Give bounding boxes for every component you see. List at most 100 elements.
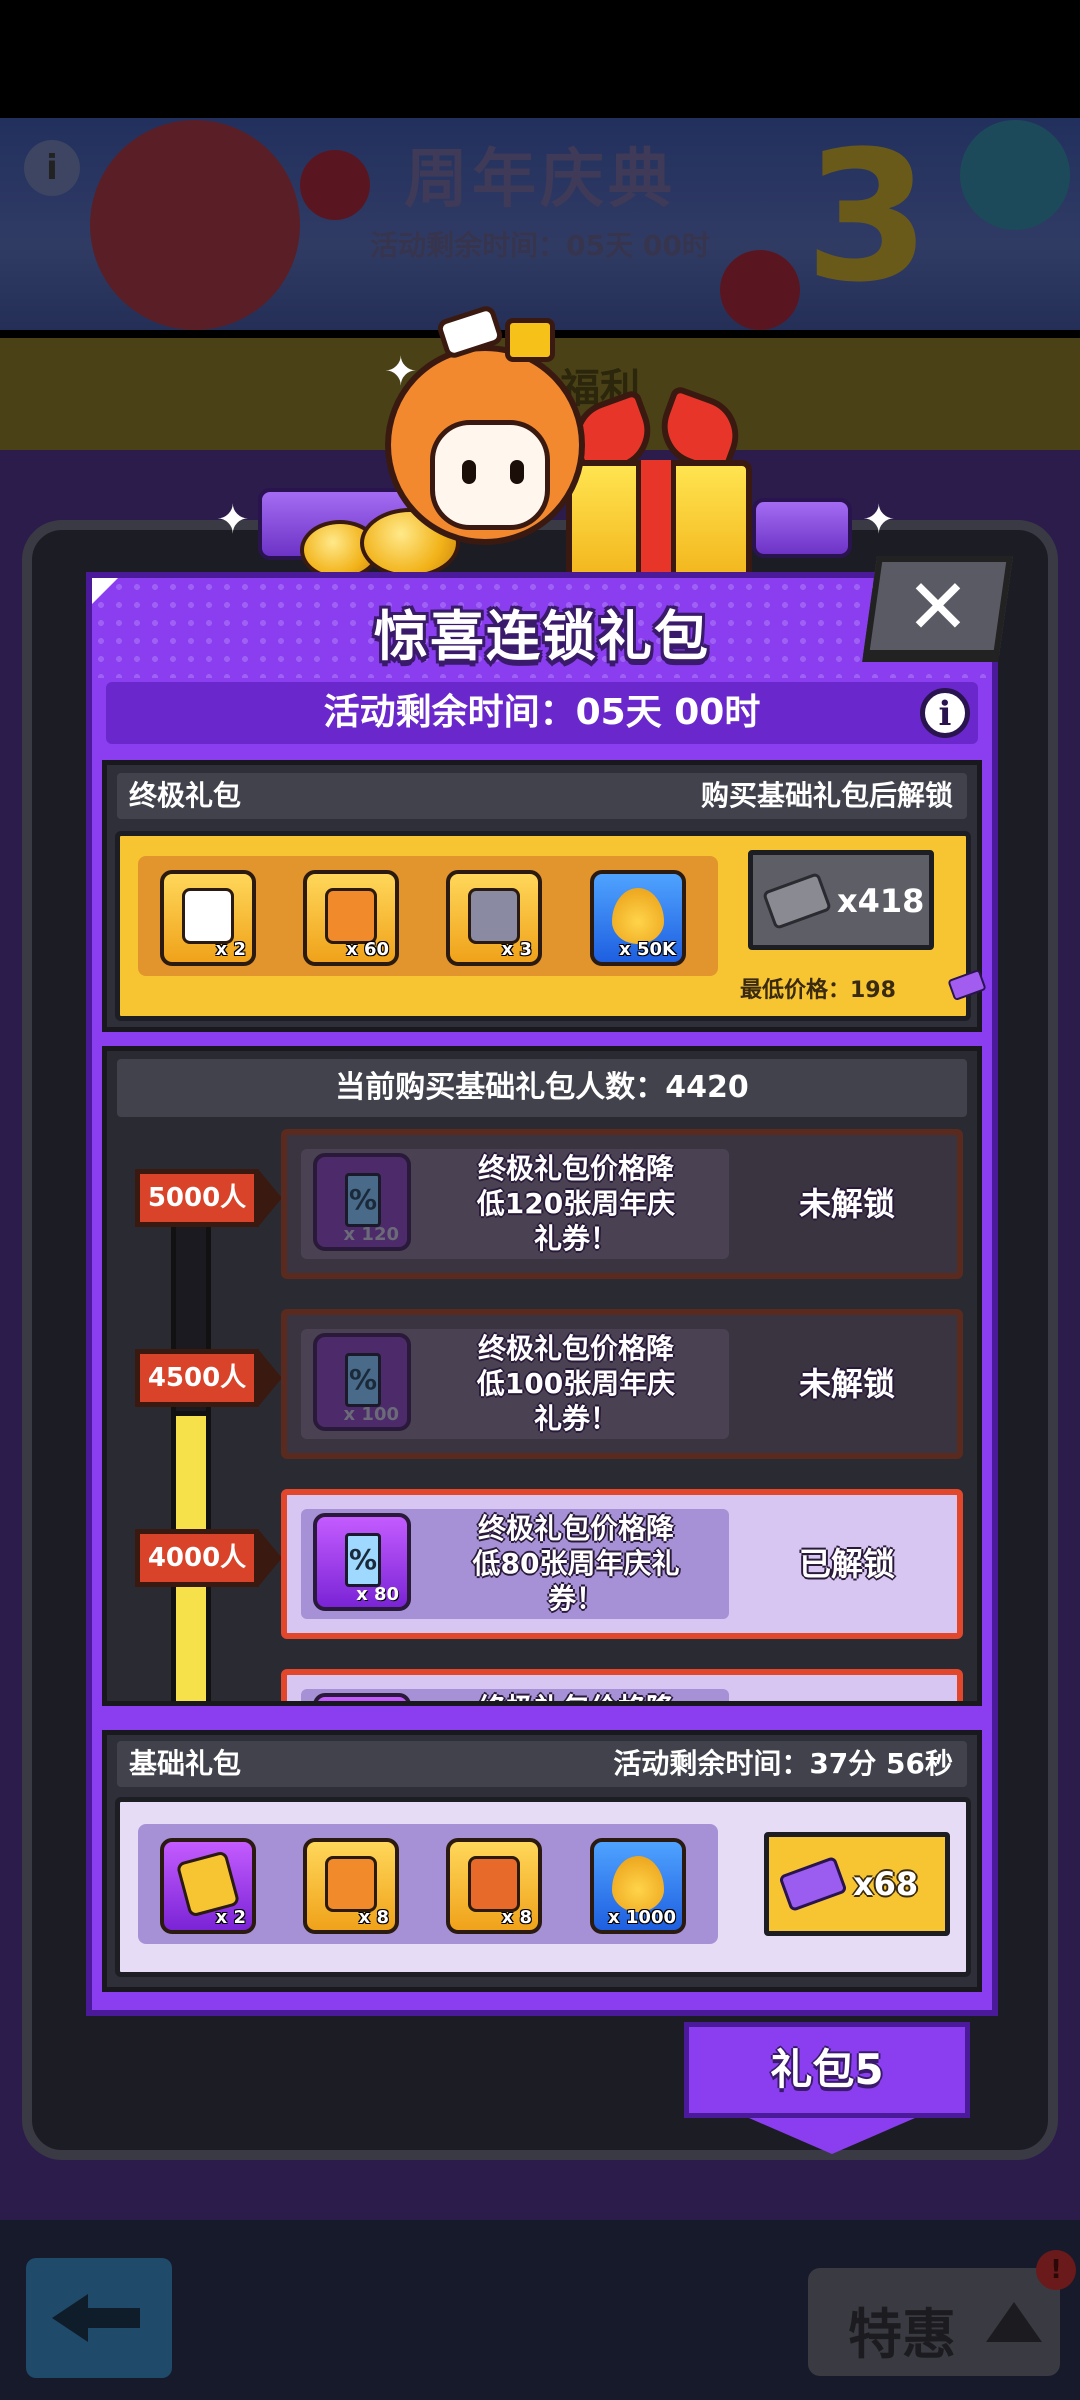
discount-coupon-icon: % x 80: [313, 1513, 411, 1611]
character-eye: [510, 460, 524, 484]
basic-pack-section: 基础礼包 活动剩余时间：37分 56秒 x 2 x 8 x 8 x 1000 x…: [102, 1730, 982, 1992]
close-icon: ✕: [906, 562, 970, 651]
back-arrow-button[interactable]: [26, 2258, 172, 2378]
notification-badge: !: [1036, 2250, 1076, 2290]
ultimate-pack-buy-button[interactable]: x418: [748, 850, 934, 950]
coupon-quantity: x 100: [343, 1404, 399, 1425]
milestone-card[interactable]: % x 120 终极礼包价格降 低120张周年庆 礼券！ 未解锁: [281, 1129, 963, 1279]
sparkle-icon: ✦: [384, 349, 418, 395]
milestone-threshold: 4500人: [147, 1363, 247, 1393]
basic-pack-body: x 2 x 8 x 8 x 1000 x68: [115, 1797, 971, 1977]
milestone-description: 终极礼包价格降 低80张周年庆礼 券！: [472, 1512, 680, 1615]
milestone-status: 已解锁: [798, 1545, 895, 1583]
golden-drop-icon[interactable]: x 50K: [590, 870, 686, 966]
item-quantity: x 3: [501, 939, 532, 960]
item-quantity: x 2: [215, 1907, 246, 1928]
discount-coupon-icon: [313, 1693, 411, 1701]
milestone-description: 终极礼包价格降 低120张周年庆 礼券！: [476, 1152, 676, 1255]
item-art: [468, 1856, 520, 1912]
basic-pack-label: 基础礼包: [129, 1747, 242, 1780]
ultimate-pack-header: 终极礼包 购买基础礼包后解锁: [117, 773, 967, 819]
item-quantity: x 1000: [608, 1907, 676, 1928]
basic-pack-buy-button[interactable]: x68: [764, 1832, 950, 1936]
panel-timer-bar: 活动剩余时间：05天 00时 i: [106, 682, 978, 744]
ultimate-pack-items: x 2 x 60 x 3 x 50K: [138, 856, 718, 976]
milestone-threshold-flag: 4500人: [135, 1349, 282, 1407]
milestone-card[interactable]: % x 80 终极礼包价格降 低80张周年庆礼 券！ 已解锁: [281, 1489, 963, 1639]
character-hat: [505, 318, 555, 362]
ticket-icon: [947, 968, 987, 1002]
item-quantity: x 8: [501, 1907, 532, 1928]
percent-icon: %: [345, 1353, 381, 1407]
ticket-icon: [778, 1855, 848, 1913]
hero-box-icon[interactable]: x 8: [446, 1838, 542, 1934]
milestone-card[interactable]: 终极礼包价格降: [281, 1669, 963, 1701]
ultimate-pack-min-price: 最低价格：198: [740, 978, 896, 1003]
milestone-section: 当前购买基础礼包人数：4420 5000人 % x 120 终极礼包价格降 低1…: [102, 1046, 982, 1706]
milestone-status: 未解锁: [798, 1365, 895, 1403]
panel-title: 惊喜连锁礼包: [374, 605, 710, 668]
anniversary-number: 3: [804, 113, 930, 322]
panel-timer: 活动剩余时间：05天 00时: [323, 692, 761, 733]
item-quantity: x 60: [346, 939, 389, 960]
item-art: [612, 888, 664, 944]
game-screen: i 周年庆典 活动剩余时间：05天 00时 3 福利 特惠 ! ✦ ✦ ✦ 惊喜…: [0, 0, 1080, 2400]
coupon-quantity: x 120: [343, 1224, 399, 1245]
milestone-reward-box: % x 80 终极礼包价格降 低80张周年庆礼 券！: [301, 1509, 729, 1619]
pack-page-label: 礼包5: [770, 2045, 884, 2094]
milestone-description: 终极礼包价格降 低100张周年庆 礼券！: [476, 1332, 676, 1435]
percent-icon: %: [345, 1173, 381, 1227]
milestone-threshold-flag: 4000人: [135, 1529, 282, 1587]
item-art: [612, 1856, 664, 1912]
item-quantity: x 8: [358, 1907, 389, 1928]
milestone-reward-box: % x 100 终极礼包价格降 低100张周年庆 礼券！: [301, 1329, 729, 1439]
sparkle-icon: ✦: [862, 497, 896, 543]
milestone-card[interactable]: % x 100 终极礼包价格降 低100张周年庆 礼券！ 未解锁: [281, 1309, 963, 1459]
item-art: [182, 888, 234, 944]
percent-icon: %: [345, 1533, 381, 1587]
up-triangle-icon: [986, 2302, 1042, 2342]
ultimate-pack-price: x418: [837, 882, 925, 920]
treasure-chest-icon[interactable]: x 2: [160, 870, 256, 966]
item-quantity: x 2: [215, 939, 246, 960]
buyer-count-label: 当前购买基础礼包人数：4420: [117, 1059, 967, 1117]
coupon-quantity: x 80: [356, 1584, 399, 1605]
sparkle-icon: ✦: [216, 497, 250, 543]
close-button[interactable]: ✕: [862, 556, 1014, 656]
milestone-threshold-flag: 5000人: [135, 1169, 282, 1227]
gift-ribbon-icon: [636, 460, 676, 590]
character-face: [430, 420, 550, 530]
info-icon[interactable]: i: [920, 688, 970, 738]
basic-pack-price: x68: [853, 1865, 919, 1903]
basic-pack-timer: 活动剩余时间：37分 56秒: [613, 1747, 953, 1780]
character-eye: [462, 460, 476, 484]
hero-box-icon[interactable]: x 3: [446, 870, 542, 966]
discount-coupon-icon: % x 120: [313, 1153, 411, 1251]
milestone-description: 终极礼包价格降: [431, 1691, 721, 1701]
milestone-threshold: 4000人: [147, 1543, 247, 1573]
purple-coin-stack-icon: [752, 498, 852, 558]
ultimate-pack-section: 终极礼包 购买基础礼包后解锁 x 2 x 60 x 3 x 50K x418 最…: [102, 760, 987, 1032]
special-offer-button[interactable]: 特惠: [808, 2268, 1060, 2376]
item-art: [468, 888, 520, 944]
item-quantity: x 50K: [619, 939, 676, 960]
pack-page-tab[interactable]: 礼包5: [684, 2022, 970, 2154]
special-offer-label: 特惠: [848, 2303, 956, 2366]
discount-coupon-icon: % x 100: [313, 1333, 411, 1431]
fox-tile-icon[interactable]: x 8: [303, 1838, 399, 1934]
milestone-reward-box: 终极礼包价格降: [301, 1689, 729, 1701]
ultimate-pack-unlock-hint: 购买基础礼包后解锁: [700, 779, 953, 812]
gem-card-icon[interactable]: x 2: [160, 1838, 256, 1934]
item-art: [325, 1856, 377, 1912]
milestone-status: 未解锁: [798, 1185, 895, 1223]
golden-drop-icon[interactable]: x 1000: [590, 1838, 686, 1934]
basic-pack-header: 基础礼包 活动剩余时间：37分 56秒: [117, 1741, 967, 1787]
milestone-threshold: 5000人: [147, 1183, 247, 1213]
milestone-reward-box: % x 120 终极礼包价格降 低120张周年庆 礼券！: [301, 1149, 729, 1259]
item-art: [325, 888, 377, 944]
basic-pack-items: x 2 x 8 x 8 x 1000: [138, 1824, 718, 1944]
ticket-icon: [761, 871, 833, 931]
fox-tile-icon[interactable]: x 60: [303, 870, 399, 966]
ultimate-pack-label: 终极礼包: [129, 779, 242, 812]
ultimate-pack-body: x 2 x 60 x 3 x 50K x418 最低价格：198: [115, 831, 987, 1021]
